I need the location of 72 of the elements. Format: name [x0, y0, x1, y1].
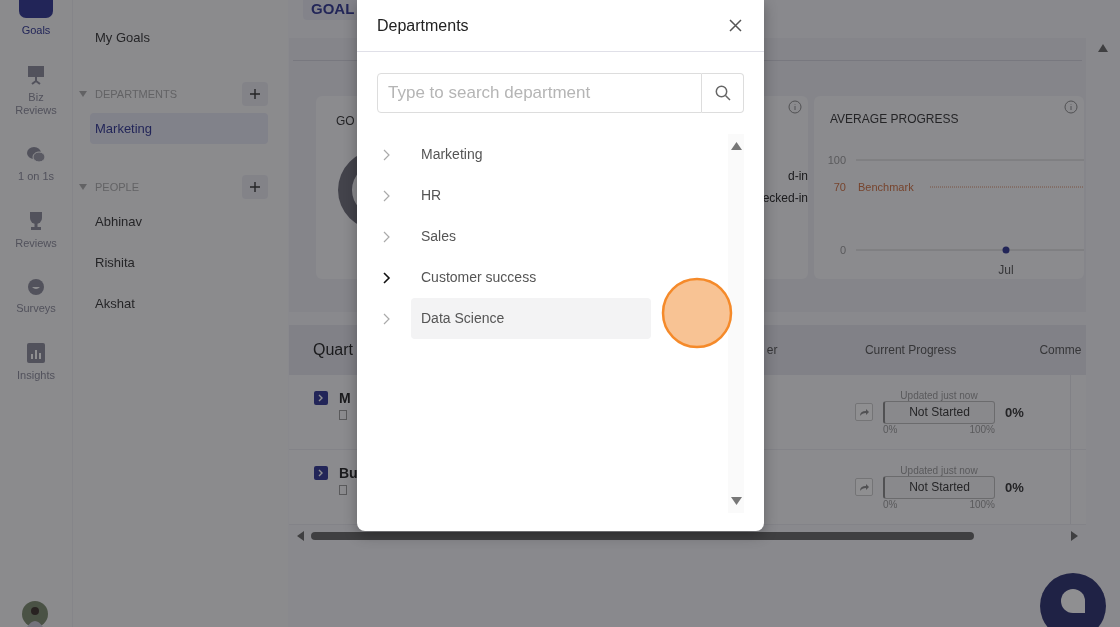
department-item[interactable]: HR	[411, 175, 651, 216]
add-button[interactable]	[242, 82, 268, 106]
vertical-scrollbar[interactable]	[728, 134, 744, 513]
sidebar-item[interactable]: Rishita	[90, 247, 268, 278]
axis-label: 70	[833, 181, 846, 193]
expand-button[interactable]	[314, 466, 328, 480]
card-title: GO	[336, 114, 356, 128]
chat-icon	[26, 145, 46, 164]
data-point	[1002, 246, 1010, 254]
nav-item[interactable]: Biz Reviews	[0, 65, 72, 118]
legend-label: d-in	[788, 169, 808, 183]
nav-item[interactable]: Surveys	[0, 277, 72, 316]
department-item[interactable]: Data Science	[411, 298, 651, 339]
chat-bubble-icon	[27, 277, 45, 296]
chart-title: AVERAGE PROGRESS	[830, 112, 960, 126]
plus-icon	[250, 182, 260, 192]
close-icon	[729, 19, 742, 32]
caret-icon[interactable]	[79, 184, 87, 190]
building-icon	[339, 485, 347, 495]
nav-item[interactable]: Insights	[0, 343, 72, 383]
caret-icon[interactable]	[79, 91, 87, 97]
sidebar-item[interactable]: Marketing	[90, 113, 268, 144]
chat-button[interactable]	[1040, 573, 1106, 627]
progress-percent: 0%	[1005, 404, 1024, 420]
column-header: Current Progress	[863, 343, 958, 357]
chevron-icon	[318, 469, 324, 477]
share-icon	[859, 482, 869, 492]
plus-icon	[250, 89, 260, 99]
expand-button[interactable]	[314, 391, 328, 405]
click-marker	[661, 277, 733, 349]
progress-percent: 0%	[1005, 479, 1024, 495]
goal-title: Bu	[339, 465, 358, 481]
info-icon[interactable]	[1064, 100, 1078, 114]
share-button[interactable]	[855, 478, 873, 496]
avatar[interactable]	[22, 601, 48, 627]
sidebar-item[interactable]: My Goals	[90, 30, 268, 45]
presentation-icon	[27, 65, 45, 86]
column-header: er	[766, 343, 779, 357]
share-icon	[859, 407, 869, 417]
department-item[interactable]: Sales	[411, 216, 651, 257]
axis-label: Jul	[998, 263, 1014, 277]
status-button[interactable]: Not Started	[883, 475, 995, 499]
scroll-left-icon[interactable]	[297, 531, 305, 541]
status-button[interactable]: Not Started	[883, 400, 995, 424]
sidebar-item[interactable]: Akshat	[90, 288, 268, 319]
scroll-right-icon[interactable]	[1070, 531, 1078, 541]
chevron-icon	[318, 394, 324, 402]
table-heading: Quart	[312, 341, 354, 359]
sidebar-item[interactable]: Abhinav	[90, 206, 268, 237]
chat-bubble-icon	[1060, 589, 1086, 613]
benchmark-label: Benchmark	[858, 181, 914, 193]
search-button[interactable]	[702, 73, 744, 113]
trophy-icon	[27, 210, 45, 231]
close-button[interactable]	[727, 17, 744, 34]
add-button[interactable]	[242, 175, 268, 199]
info-icon[interactable]	[788, 100, 802, 114]
scroll-up-icon[interactable]	[1098, 44, 1108, 52]
search-icon	[714, 85, 731, 101]
nav-item[interactable]: Reviews	[0, 210, 72, 250]
column-header: Comme	[1039, 343, 1083, 357]
nav-item[interactable]: Goals	[0, 0, 72, 38]
scroll-up-icon[interactable]	[730, 142, 742, 150]
share-button[interactable]	[855, 403, 873, 421]
scroll-down-icon[interactable]	[730, 497, 742, 505]
goal-title: M	[339, 390, 351, 406]
department-item[interactable]: Marketing	[411, 134, 651, 175]
chevron-icon[interactable]	[383, 271, 391, 284]
building-icon	[339, 410, 347, 420]
bar-chart-icon	[27, 343, 45, 364]
search-field[interactable]: Type to search department	[377, 73, 702, 113]
department-item[interactable]: Customer success	[411, 257, 651, 298]
legend-label: ecked-in	[762, 191, 808, 205]
